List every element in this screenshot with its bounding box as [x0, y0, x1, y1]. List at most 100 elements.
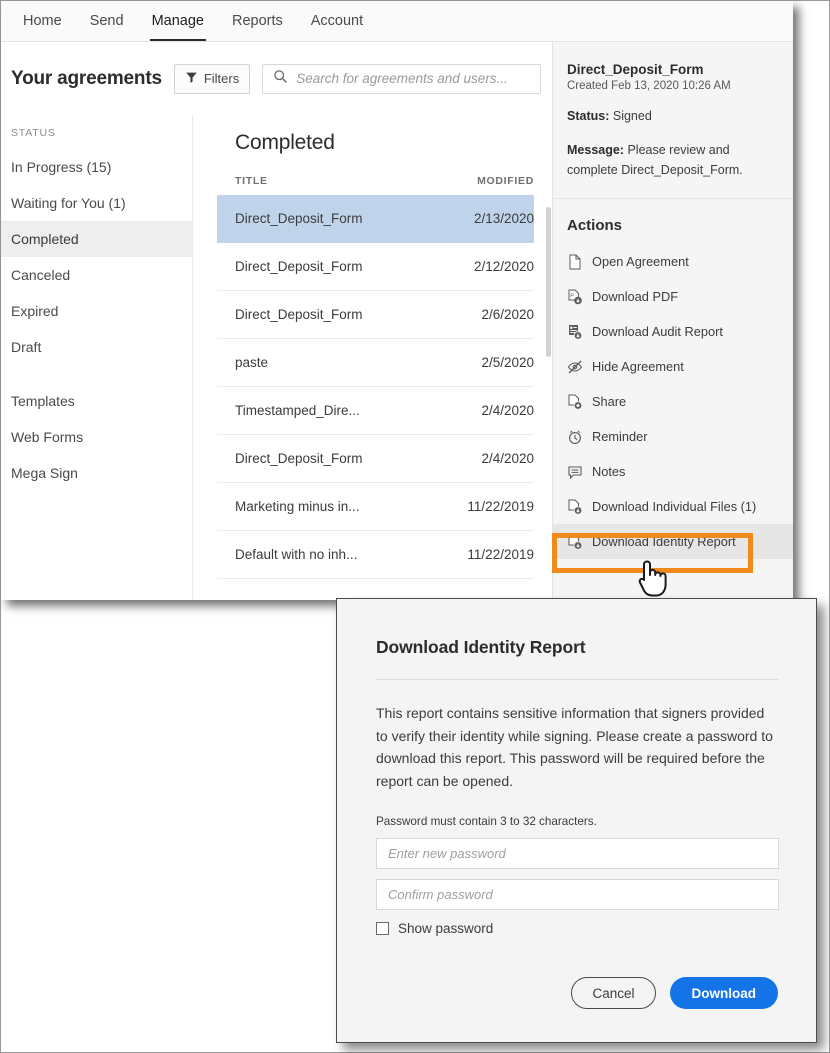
nav-label: Manage [151, 13, 204, 29]
action-download-pdf[interactable]: P Download PDF [553, 279, 793, 314]
download-identity-report-dialog: Download Identity Report This report con… [336, 598, 817, 1043]
action-label: Hide Agreement [592, 359, 684, 375]
table-row[interactable]: Direct_Deposit_Form 2/12/2020 [217, 243, 534, 291]
table-row[interactable]: Timestamped_Dire... 2/4/2020 [217, 387, 534, 435]
action-download-audit-report[interactable]: Download Audit Report [553, 314, 793, 349]
nav-label: Home [23, 13, 62, 29]
download-label: Download [691, 985, 757, 1001]
row-title: Direct_Deposit_Form [235, 259, 363, 274]
search-icon [273, 69, 288, 89]
pdf-download-icon: P [567, 289, 583, 305]
sidebar-item-mega-sign[interactable]: Mega Sign [1, 455, 192, 491]
list-scrollbar[interactable] [545, 115, 552, 600]
download-button[interactable]: Download [669, 977, 778, 1009]
row-title: Direct_Deposit_Form [235, 451, 363, 466]
sidebar-item-in-progress[interactable]: In Progress (15) [1, 149, 192, 185]
note-icon [567, 464, 583, 480]
mouse-cursor-icon [637, 557, 671, 600]
sidebar-item-label: Expired [11, 303, 59, 319]
column-header-modified: MODIFIED [477, 175, 534, 187]
action-reminder[interactable]: Reminder [553, 419, 793, 454]
nav-item-manage[interactable]: Manage [138, 1, 218, 41]
nav-item-reports[interactable]: Reports [218, 1, 297, 41]
row-title: paste [235, 355, 269, 370]
sidebar-item-web-forms[interactable]: Web Forms [1, 419, 192, 455]
action-label: Notes [592, 464, 626, 480]
table-row[interactable]: paste 2/5/2020 [217, 339, 534, 387]
table-row[interactable]: Direct_Deposit_Form 2/6/2020 [217, 291, 534, 339]
page-title: Your agreements [11, 67, 162, 89]
nav-item-account[interactable]: Account [297, 1, 377, 41]
sidebar-heading-status: STATUS [11, 127, 56, 139]
column-header-title: TITLE [235, 175, 268, 187]
detail-created-date: Created Feb 13, 2020 10:26 AM [567, 80, 731, 92]
dialog-title: Download Identity Report [376, 637, 586, 657]
status-badge: Signed [612, 109, 652, 123]
list-column-headers: TITLE MODIFIED [235, 175, 534, 195]
action-open-agreement[interactable]: Open Agreement [553, 244, 793, 279]
action-download-identity-report[interactable]: Download Identity Report [553, 524, 793, 560]
action-label: Download Individual Files (1) [592, 499, 757, 515]
nav-item-home[interactable]: Home [9, 1, 76, 41]
new-password-placeholder: Enter new password [388, 845, 506, 861]
detail-message-label: Message: [567, 143, 624, 158]
sidebar-item-waiting-for-you[interactable]: Waiting for You (1) [1, 185, 192, 221]
sidebar-divider-gap [1, 365, 192, 383]
row-title: Default with no inh... [235, 547, 358, 562]
action-download-individual-files[interactable]: Download Individual Files (1) [553, 489, 793, 524]
sidebar-item-label: Draft [11, 339, 42, 355]
show-password-row[interactable]: Show password [337, 920, 816, 936]
search-input[interactable]: Search for agreements and users... [262, 63, 542, 94]
filter-icon [185, 71, 198, 87]
sidebar-item-label: Canceled [11, 267, 71, 283]
table-row[interactable]: Direct_Deposit_Form 2/13/2020 [217, 195, 534, 243]
status-sidebar: STATUS In Progress (15) Waiting for You … [1, 115, 193, 600]
confirm-password-field[interactable]: Confirm password [376, 878, 779, 910]
search-placeholder: Search for agreements and users... [296, 71, 508, 86]
detail-message: Message: Please review and complete Dire… [567, 141, 779, 180]
action-share[interactable]: Share [553, 384, 793, 419]
row-modified: 2/4/2020 [481, 403, 534, 418]
sidebar-item-completed[interactable]: Completed [1, 221, 192, 257]
action-notes[interactable]: Notes [553, 454, 793, 489]
scrollbar-thumb[interactable] [546, 207, 551, 357]
actions-heading: Actions [567, 217, 623, 235]
sidebar-item-draft[interactable]: Draft [1, 329, 192, 365]
table-row[interactable]: Default with no inh... 11/22/2019 [217, 531, 534, 579]
row-modified: 2/5/2020 [481, 355, 534, 370]
table-row[interactable]: Direct_Deposit_Form 2/4/2020 [217, 435, 534, 483]
sidebar-item-expired[interactable]: Expired [1, 293, 192, 329]
dialog-description: This report contains sensitive informati… [376, 705, 773, 790]
action-label: Open Agreement [592, 254, 689, 270]
row-title: Direct_Deposit_Form [235, 211, 363, 226]
sidebar-item-templates[interactable]: Templates [1, 383, 192, 419]
detail-status-label: Status: [567, 109, 610, 123]
clock-icon [567, 429, 583, 445]
password-requirement-note: Password must contain 3 to 32 characters… [376, 814, 597, 828]
row-title: Marketing minus in... [235, 499, 360, 514]
new-password-field[interactable]: Enter new password [376, 837, 779, 869]
svg-text:P: P [570, 293, 574, 299]
action-label: Reminder [592, 429, 648, 445]
list-title: Completed [235, 131, 335, 154]
filters-button[interactable]: Filters [173, 63, 251, 94]
action-label: Download PDF [592, 289, 679, 305]
agreement-detail-panel: Direct_Deposit_Form Created Feb 13, 2020… [552, 42, 793, 600]
table-row[interactable]: Marketing minus in... 11/22/2019 [217, 483, 534, 531]
show-password-checkbox[interactable] [376, 921, 389, 935]
row-modified: 11/22/2019 [467, 499, 534, 514]
row-modified: 2/6/2020 [481, 307, 534, 322]
action-label: Download Identity Report [592, 534, 736, 550]
sidebar-item-canceled[interactable]: Canceled [1, 257, 192, 293]
dialog-button-row: Cancel Download [571, 977, 778, 1009]
row-modified: 2/12/2020 [473, 259, 534, 274]
nav-item-send[interactable]: Send [76, 1, 138, 41]
detail-status: Status: Signed [567, 107, 779, 126]
detail-header: Direct_Deposit_Form Created Feb 13, 2020… [553, 42, 793, 200]
cancel-label: Cancel [592, 985, 635, 1001]
page-header: Your agreements Filters Search for agree… [1, 42, 552, 115]
detail-agreement-name: Direct_Deposit_Form [567, 62, 704, 77]
sidebar-item-label: Waiting for You (1) [11, 195, 126, 211]
action-hide-agreement[interactable]: Hide Agreement [553, 349, 793, 384]
cancel-button[interactable]: Cancel [571, 977, 656, 1009]
